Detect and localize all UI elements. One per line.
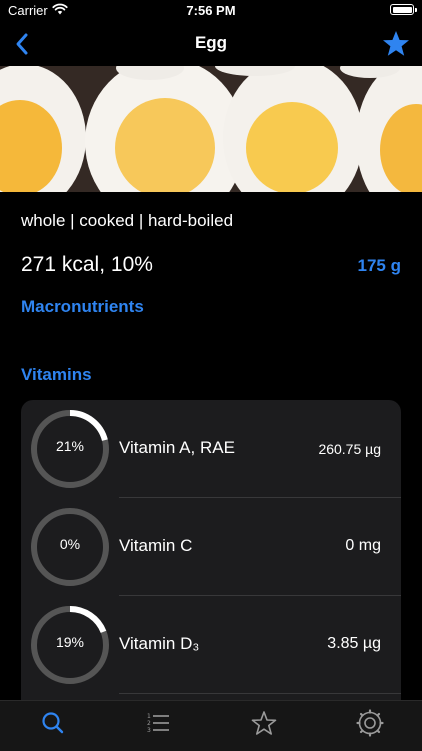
svg-text:3: 3 [147,727,151,734]
status-bar: Carrier 7:56 PM [0,0,422,22]
favorites-icon[interactable] [248,709,280,737]
battery-icon [390,4,417,15]
page-title: Egg [194,33,228,52]
energy-summary: 271 kcal, 10% [21,253,153,276]
favorite-button[interactable] [380,29,412,59]
amount-button[interactable]: 175 g [358,256,401,276]
nutrient-row[interactable]: 19% Vitamin D₃ 3.85 µg [21,596,401,694]
svg-text:2: 2 [147,720,151,727]
nutrient-name: Vitamin D₃ [119,634,200,653]
nutrient-row[interactable]: 0% Vitamin C 0 mg [21,498,401,596]
macronutrients-link[interactable]: Macronutrients [21,297,144,317]
star-icon [383,31,409,56]
search-icon[interactable] [37,709,69,737]
settings-icon[interactable] [354,709,386,737]
tab-bar: 1 2 3 [0,700,422,751]
food-image [0,66,422,192]
nutrient-name: Vitamin A, RAE [119,438,235,457]
percent-label: 19% [55,634,85,650]
nutrient-value: 260.75 µg [318,441,381,457]
svg-text:1: 1 [147,713,151,720]
row-divider [119,693,401,694]
percent-label: 21% [55,438,85,454]
percent-label: 0% [59,536,81,552]
food-description: whole | cooked | hard-boiled [21,211,234,230]
nutrient-value: 3.85 µg [327,635,381,652]
nutrient-value: 0 mg [345,537,381,554]
vitamins-header[interactable]: Vitamins [21,365,92,385]
list-icon[interactable]: 1 2 3 [142,709,174,737]
nutrient-row[interactable]: 21% Vitamin A, RAE 260.75 µg [21,400,401,498]
vitamins-card: 21% Vitamin A, RAE 260.75 µg 0% Vitamin … [21,400,401,700]
nutrient-name: Vitamin C [119,536,193,555]
navigation-bar: Egg [0,22,422,66]
status-time: 7:56 PM [186,3,236,18]
